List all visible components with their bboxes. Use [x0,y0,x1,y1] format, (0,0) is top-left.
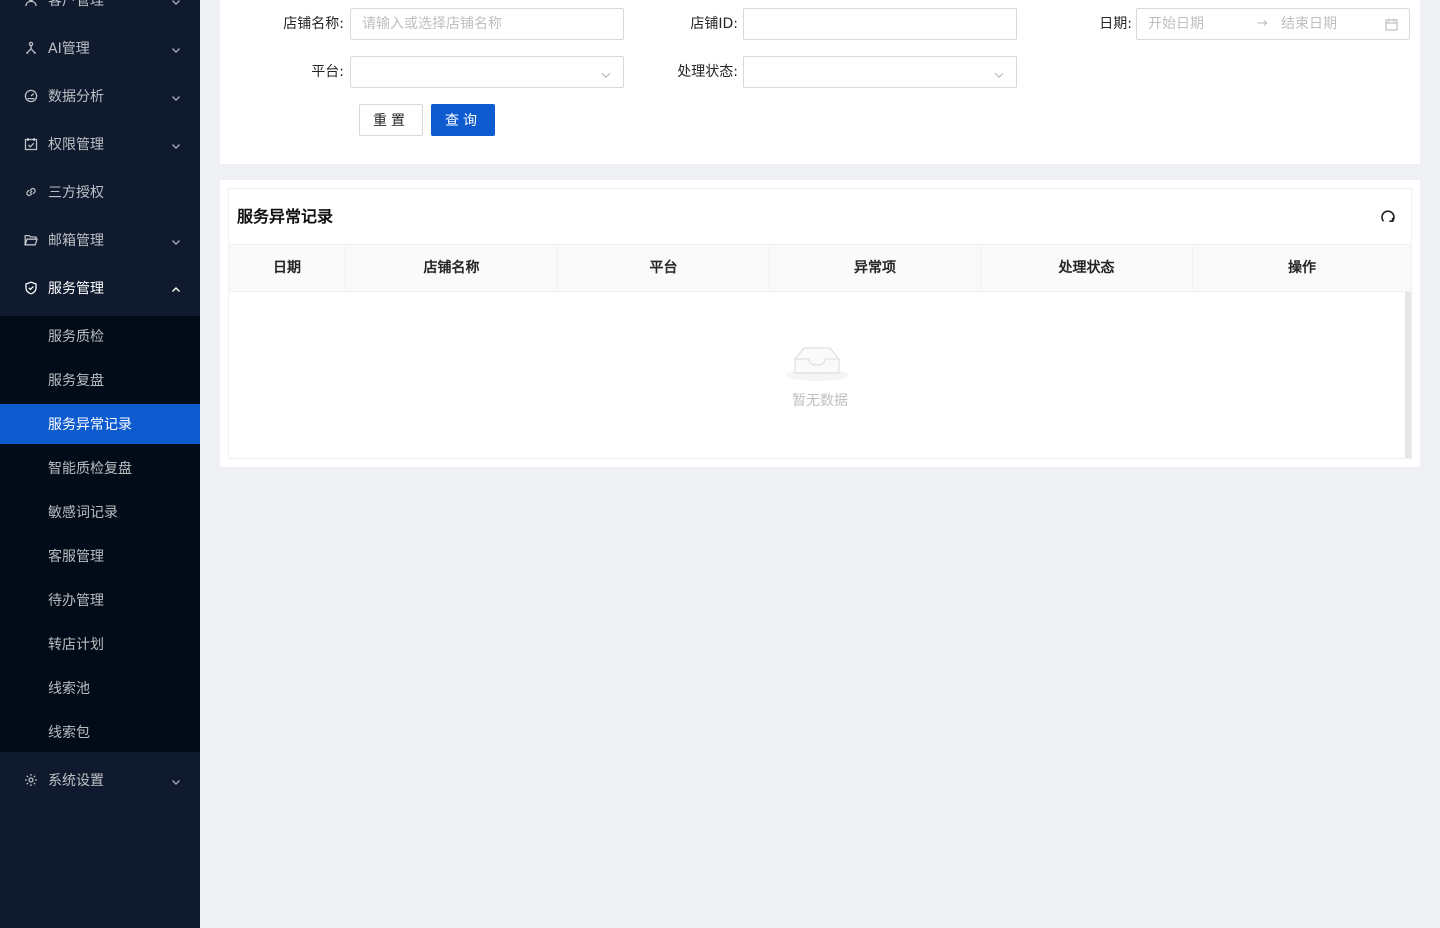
sidebar-subitem-label: 敏感词记录 [48,505,118,521]
table-card: 服务异常记录 日期 店铺名称 平台 异常项 处理状态 操作 暂无数据 [220,180,1420,467]
sidebar-subitem-agents[interactable]: 客服管理 [0,536,200,576]
sidebar-item-mailbox[interactable]: 邮箱管理 [0,216,200,264]
sidebar-subitem-label: 客服管理 [48,549,104,565]
chevron-down-icon [171,43,181,53]
sidebar-item-service[interactable]: 服务管理 [0,264,200,312]
sidebar-item-third-party-auth[interactable]: 三方授权 [0,168,200,216]
sidebar-subitem-quality-check[interactable]: 服务质检 [0,316,200,356]
date-start-placeholder: 开始日期 [1148,16,1204,32]
sidebar-subitem-transfer-plan[interactable]: 转店计划 [0,624,200,664]
chevron-up-icon [171,283,181,293]
column-header-exception: 异常项 [770,245,981,291]
sidebar-subitem-sensitive-words[interactable]: 敏感词记录 [0,492,200,532]
sidebar-item-label: 客户管理 [48,0,104,9]
sidebar-subitem-label: 服务异常记录 [48,417,132,433]
date-label: 日期: [1099,16,1132,32]
ai-icon [24,41,38,55]
shop-name-label: 店铺名称: [283,16,344,32]
column-header-actions: 操作 [1288,260,1316,276]
query-button[interactable]: 查询 [431,104,495,136]
status-label: 处理状态: [677,64,738,80]
platform-select[interactable] [350,56,624,88]
customer-icon [24,0,38,7]
date-range-picker[interactable]: 开始日期 → 结束日期 [1136,8,1410,40]
chevron-down-icon [171,235,181,245]
column-header-status: 处理状态 [981,245,1193,291]
main-content: 店铺名称: 请输入或选择店铺名称 店铺ID: 日期: 开始日期 → 结束日期 平… [200,0,1440,928]
column-header-shop-name: 店铺名称 [346,245,558,291]
filter-card: 店铺名称: 请输入或选择店铺名称 店铺ID: 日期: 开始日期 → 结束日期 平… [220,0,1420,164]
sidebar-item-customer[interactable]: 客户管理 [0,0,200,24]
table-header: 日期 店铺名称 平台 异常项 处理状态 操作 [229,244,1411,292]
shop-name-input[interactable]: 请输入或选择店铺名称 [350,8,624,40]
link-icon [24,185,38,199]
sidebar-item-label: 服务管理 [48,281,104,297]
sidebar-item-label: 邮箱管理 [48,233,104,249]
sidebar-menu: 客户管理 AI管理 数据分析 权限管理 三方授权 邮箱管理 服务管理 服务质检 … [0,0,200,804]
sidebar-subitem-label: 服务质检 [48,329,104,345]
status-select[interactable] [743,56,1017,88]
sidebar-item-label: 数据分析 [48,89,104,105]
sidebar-subitem-label: 智能质检复盘 [48,461,132,477]
sidebar-subitem-lead-pack[interactable]: 线索包 [0,712,200,752]
shop-name-placeholder: 请输入或选择店铺名称 [362,16,502,32]
sidebar-subitem-todo[interactable]: 待办管理 [0,580,200,620]
sidebar-item-label: 三方授权 [48,185,104,201]
sidebar-subitem-label: 待办管理 [48,593,104,609]
chevron-down-icon [171,775,181,785]
data-table: 服务异常记录 日期 店铺名称 平台 异常项 处理状态 操作 暂无数据 [228,188,1412,459]
chevron-down-icon [171,0,181,5]
platform-label: 平台: [311,64,344,80]
chevron-down-icon [601,68,611,79]
reset-button[interactable]: 重置 [359,104,423,136]
column-header-date: 日期 [229,245,346,291]
reload-icon[interactable] [1379,208,1397,226]
chevron-down-icon [994,68,1004,79]
sidebar-item-permissions[interactable]: 权限管理 [0,120,200,168]
sidebar-item-label: AI管理 [48,41,90,57]
sidebar-item-label: 系统设置 [48,773,104,789]
date-end-placeholder: 结束日期 [1281,16,1337,32]
chevron-down-icon [171,139,181,149]
dashboard-icon [24,89,38,103]
shop-id-input[interactable] [743,8,1017,40]
empty-text: 暂无数据 [792,393,848,409]
sidebar-subitem-exception-records[interactable]: 服务异常记录 [0,404,200,444]
service-submenu: 服务质检 服务复盘 服务异常记录 智能质检复盘 敏感词记录 客服管理 待办管理 … [0,316,200,752]
table-title: 服务异常记录 [237,207,334,226]
sidebar-subitem-label: 线索包 [48,725,90,741]
vertical-scrollbar[interactable] [1405,292,1411,458]
chevron-down-icon [171,91,181,101]
calendar-check-icon [24,137,38,151]
calendar-icon [1385,18,1398,31]
sidebar-subitem-review[interactable]: 服务复盘 [0,360,200,400]
table-body: 暂无数据 [229,292,1411,458]
sidebar-item-settings[interactable]: 系统设置 [0,756,200,804]
sidebar-subitem-lead-pool[interactable]: 线索池 [0,668,200,708]
column-header-platform: 平台 [558,245,770,291]
sidebar-subitem-label: 线索池 [48,681,90,697]
sidebar-subitem-label: 转店计划 [48,637,104,653]
sidebar-subitem-label: 服务复盘 [48,373,104,389]
shield-check-icon [24,281,38,295]
gear-icon [24,773,38,787]
folder-icon [24,233,38,247]
empty-inbox-icon [785,347,849,381]
sidebar: 客户管理 AI管理 数据分析 权限管理 三方授权 邮箱管理 服务管理 服务质检 … [0,0,200,928]
sidebar-item-ai[interactable]: AI管理 [0,24,200,72]
sidebar-item-label: 权限管理 [48,137,104,153]
shop-id-label: 店铺ID: [690,16,738,32]
swap-right-icon: → [1257,16,1268,31]
sidebar-item-analytics[interactable]: 数据分析 [0,72,200,120]
sidebar-subitem-smart-review[interactable]: 智能质检复盘 [0,448,200,488]
